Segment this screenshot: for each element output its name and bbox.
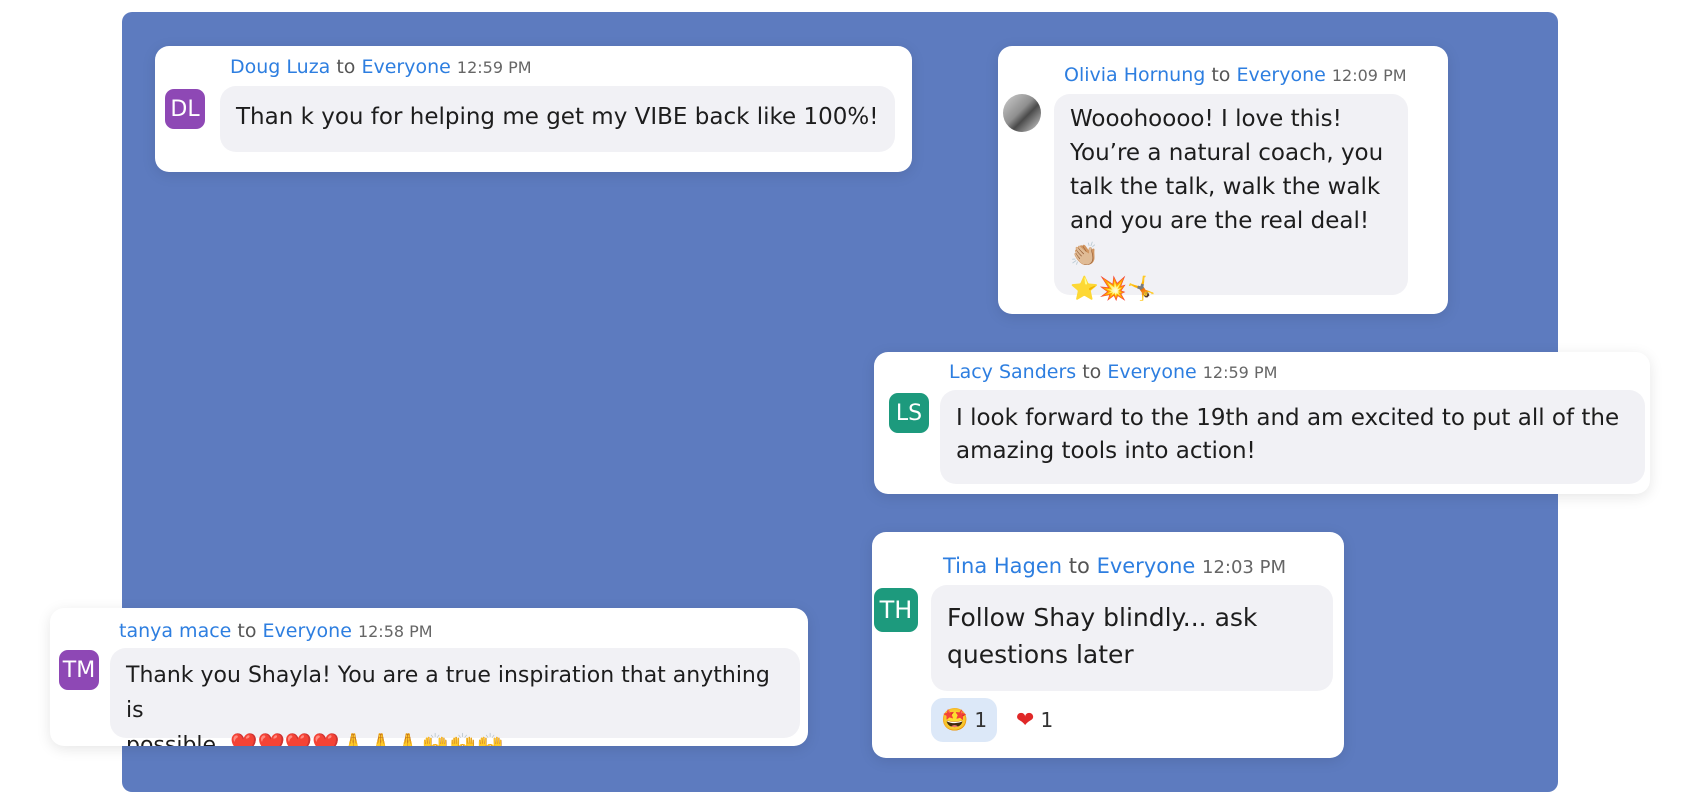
recipient-name[interactable]: Everyone bbox=[361, 56, 450, 78]
sender-name[interactable]: Lacy Sanders bbox=[949, 361, 1076, 383]
message-bubble: Thank you Shayla! You are a true inspira… bbox=[110, 648, 800, 746]
message-text-line: I look forward to the 19th and am excite… bbox=[956, 405, 1620, 431]
heart-icon: ❤ bbox=[1016, 707, 1035, 733]
message-text-line: amazing tools into action! bbox=[956, 438, 1256, 464]
message-time: 12:58 PM bbox=[357, 622, 433, 641]
chat-message-card: Olivia Hornung to Everyone 12:09 PM Wooo… bbox=[998, 46, 1448, 314]
message-time: 12:03 PM bbox=[1202, 557, 1286, 578]
message-bubble: I look forward to the 19th and am excite… bbox=[940, 390, 1645, 484]
recipient-name[interactable]: Everyone bbox=[1097, 554, 1196, 578]
sender-name[interactable]: Olivia Hornung bbox=[1064, 64, 1205, 86]
recipient-name[interactable]: Everyone bbox=[1236, 64, 1325, 86]
message-text-line: Follow Shay blindly... ask bbox=[947, 603, 1258, 632]
message-header: Tina Hagen to Everyone 12:03 PM bbox=[943, 554, 1286, 578]
message-text-line: possible. ❤️❤️❤️❤️🙏🙏🙏🙌🙌🙌 bbox=[126, 733, 504, 746]
message-header: Lacy Sanders to Everyone 12:59 PM bbox=[949, 361, 1277, 383]
to-label: to bbox=[1068, 554, 1090, 578]
message-bubble: Wooohoooo! I love this! You’re a natural… bbox=[1054, 94, 1408, 302]
message-bubble: Than k you for helping me get my VIBE ba… bbox=[220, 86, 895, 152]
message-text-line: and you are the real deal! 👏🏼 bbox=[1070, 208, 1370, 268]
star-struck-icon: 🤩 bbox=[941, 707, 969, 733]
avatar[interactable]: TH bbox=[874, 588, 918, 632]
message-bubble: Follow Shay blindly... ask questions lat… bbox=[931, 585, 1333, 691]
message-time: 12:59 PM bbox=[456, 58, 532, 77]
recipient-name[interactable]: Everyone bbox=[1107, 361, 1196, 383]
sender-name[interactable]: Doug Luza bbox=[230, 56, 330, 78]
sender-name[interactable]: Tina Hagen bbox=[943, 554, 1062, 578]
to-label: to bbox=[1082, 361, 1102, 383]
message-header: Olivia Hornung to Everyone 12:09 PM bbox=[1064, 64, 1407, 86]
profile-photo-icon[interactable] bbox=[1003, 94, 1041, 132]
chat-message-card: tanya mace to Everyone 12:58 PM TM Thank… bbox=[50, 608, 808, 746]
message-time: 12:09 PM bbox=[1331, 66, 1407, 85]
to-label: to bbox=[1211, 64, 1231, 86]
chat-message-card: Lacy Sanders to Everyone 12:59 PM LS I l… bbox=[874, 352, 1650, 494]
sender-name[interactable]: tanya mace bbox=[119, 620, 231, 642]
avatar[interactable]: TM bbox=[59, 650, 99, 690]
message-header: Doug Luza to Everyone 12:59 PM bbox=[230, 56, 532, 78]
message-text-line: You’re a natural coach, you bbox=[1070, 140, 1384, 166]
message-text-line: Thank you Shayla! You are a true inspira… bbox=[126, 663, 770, 723]
message-text-line: ⭐💥🤸 bbox=[1070, 276, 1156, 302]
message-text-line: talk the talk, walk the walk bbox=[1070, 174, 1381, 200]
chat-message-card: Doug Luza to Everyone 12:59 PM DL Than k… bbox=[155, 46, 912, 172]
avatar[interactable]: DL bbox=[165, 89, 205, 129]
recipient-name[interactable]: Everyone bbox=[263, 620, 352, 642]
to-label: to bbox=[237, 620, 257, 642]
reaction-star-struck[interactable]: 🤩 1 bbox=[931, 698, 998, 742]
message-text-line: Wooohoooo! I love this! bbox=[1070, 106, 1342, 132]
message-time: 12:59 PM bbox=[1202, 363, 1278, 382]
reaction-count: 1 bbox=[974, 708, 988, 732]
avatar[interactable]: LS bbox=[889, 393, 929, 433]
message-text-line: questions later bbox=[947, 640, 1134, 669]
chat-message-card: Tina Hagen to Everyone 12:03 PM TH Follo… bbox=[872, 532, 1344, 758]
to-label: to bbox=[336, 56, 356, 78]
reaction-count: 1 bbox=[1040, 708, 1054, 732]
reaction-heart[interactable]: ❤ 1 bbox=[1006, 698, 1063, 742]
message-text: Than k you for helping me get my VIBE ba… bbox=[236, 104, 879, 130]
message-header: tanya mace to Everyone 12:58 PM bbox=[119, 620, 433, 642]
